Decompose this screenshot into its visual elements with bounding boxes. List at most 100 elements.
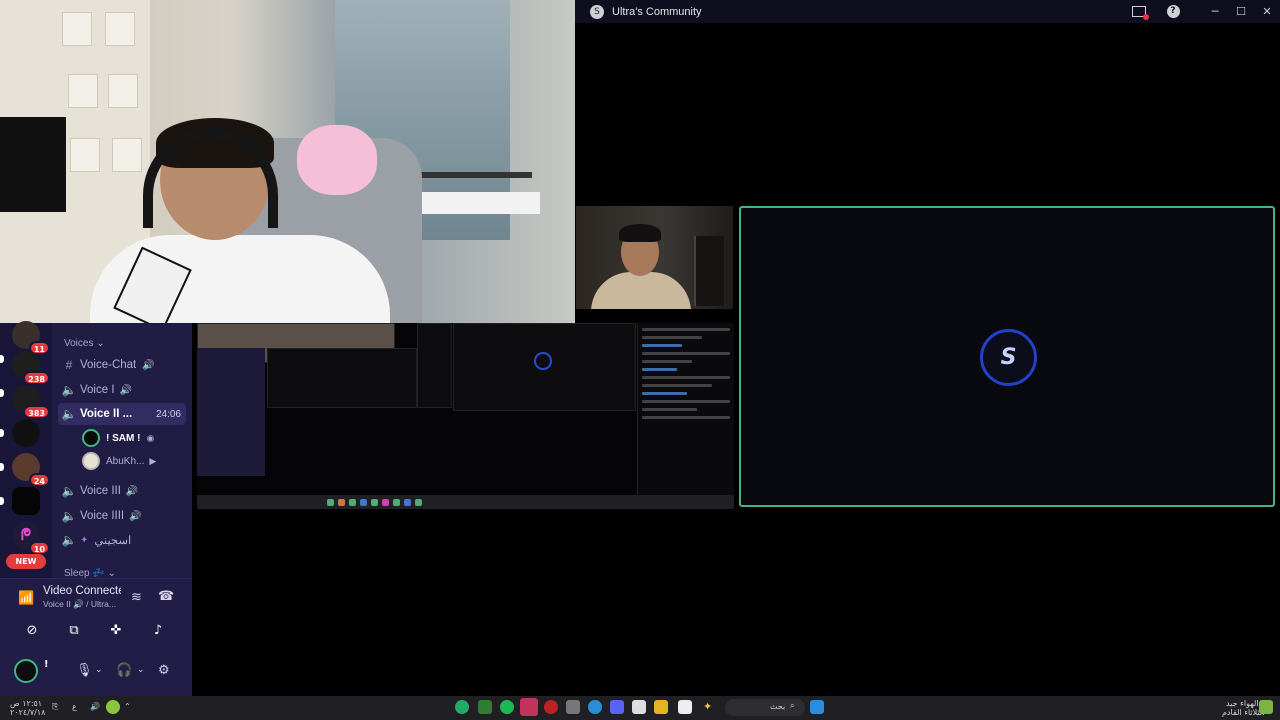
app-icon[interactable] xyxy=(678,700,692,714)
video-icon: ▶ xyxy=(149,455,157,466)
chrome-icon[interactable] xyxy=(455,700,469,714)
screen-share-icon[interactable]: ⧉ xyxy=(54,617,94,643)
chevron-down-icon[interactable]: ⌄ xyxy=(95,665,103,675)
phone-hangup-icon[interactable]: ☎ xyxy=(158,589,174,604)
server-icon-3[interactable]: 383 xyxy=(12,385,50,419)
mini-stream-logo xyxy=(534,352,552,370)
search-icon: ⌕ xyxy=(790,701,795,710)
discord-icon[interactable] xyxy=(610,700,624,714)
help-icon[interactable]: ? xyxy=(1160,0,1186,23)
mini-discord-sidebar xyxy=(197,348,265,476)
channel-label: Voice IIII xyxy=(80,510,125,522)
server-icon-5[interactable]: 24 xyxy=(12,453,50,487)
volume-icon[interactable]: 🔊 xyxy=(90,702,100,711)
headphones-icon[interactable]: 🎧 xyxy=(116,663,132,678)
app-icon[interactable] xyxy=(520,698,538,716)
channel-label: Voice-Chat xyxy=(80,359,137,371)
microphone-icon[interactable]: 🎙 xyxy=(76,663,93,678)
webcam-plush-toy xyxy=(297,125,377,195)
voice-connection-panel: 📶 Video Connected Voice II 🔊 / Ultra... … xyxy=(0,578,192,696)
copilot-icon[interactable]: ✦ xyxy=(703,700,712,713)
participant-video-tile[interactable] xyxy=(576,206,733,309)
gear-icon[interactable]: ⚙ xyxy=(158,663,170,678)
server-icon-7[interactable]: ᖘ 10 xyxy=(12,521,50,555)
voice-location[interactable]: Voice II 🔊 / Ultra... xyxy=(43,599,123,610)
channel-voice-5[interactable]: 🔈 ✦ اسجيني xyxy=(58,529,186,551)
input-method-icon[interactable]: ع xyxy=(72,702,77,711)
app-icon[interactable] xyxy=(566,700,580,714)
clock-date[interactable]: ٢٠٢٤/٧/١٨ xyxy=(10,708,45,717)
screen-share-tile[interactable] xyxy=(197,323,734,509)
clock-time[interactable]: ١٢:٥١ ص xyxy=(10,699,42,708)
server-unread-pill xyxy=(0,463,4,471)
voice-status[interactable]: Video Connected xyxy=(43,585,121,597)
windows-start-icon[interactable] xyxy=(810,700,824,714)
boost-icon: ✦ xyxy=(80,534,89,546)
soundboard-icon[interactable]: ♪ xyxy=(138,617,178,643)
edge-icon[interactable] xyxy=(588,700,602,714)
app-icon[interactable] xyxy=(544,700,558,714)
screen-share-status-icon[interactable] xyxy=(1126,0,1152,23)
voice-user[interactable]: AbuKh... ▶ xyxy=(82,450,186,472)
chevron-up-icon[interactable]: ⌃ xyxy=(124,702,131,711)
voice-user[interactable]: ! SAM ! ◉ xyxy=(82,427,186,449)
weather-icon[interactable] xyxy=(1259,700,1273,714)
mini-tile xyxy=(417,323,452,408)
maximize-icon[interactable]: ☐ xyxy=(1228,0,1254,23)
video-off-icon[interactable]: ⊘ xyxy=(12,617,52,643)
window-titlebar[interactable]: S Ultra's Community ? ─ ☐ ✕ xyxy=(575,0,1280,23)
channel-label: Voice I xyxy=(80,384,115,396)
notification-icon[interactable]: ⎘ xyxy=(52,702,58,712)
excel-icon[interactable] xyxy=(478,700,492,714)
signal-icon[interactable]: 📶 xyxy=(18,591,34,606)
category-voices[interactable]: Voices ⌄ xyxy=(64,338,105,349)
minimize-icon[interactable]: ─ xyxy=(1202,0,1228,23)
webcam-frame xyxy=(68,74,98,108)
weather-title[interactable]: الهواء جيد xyxy=(1226,699,1259,708)
channel-voice-2[interactable]: 🔈 Voice II ... 24:06 xyxy=(58,403,186,425)
server-icon-6[interactable] xyxy=(12,487,40,515)
speaker-icon: 🔈 xyxy=(61,484,77,498)
webcam-frame xyxy=(105,12,135,46)
server-badge: 383 xyxy=(23,405,50,419)
user-name[interactable]: ! xyxy=(44,659,49,670)
spotify-icon[interactable] xyxy=(500,700,514,714)
noise-suppression-icon[interactable]: ≋ xyxy=(131,590,142,605)
store-icon[interactable] xyxy=(632,700,646,714)
new-badge[interactable]: NEW xyxy=(6,554,46,569)
stream-logo-icon: S xyxy=(980,329,1037,386)
file-explorer-icon[interactable] xyxy=(654,700,668,714)
channel-voice-3[interactable]: 🔈 Voice III 🔊 xyxy=(58,480,186,502)
mini-tile xyxy=(267,348,417,408)
focused-stream-tile[interactable]: S xyxy=(739,206,1275,507)
server-badge: 24 xyxy=(28,473,50,487)
server-badge: 238 xyxy=(23,371,50,385)
webcam-frame xyxy=(112,138,142,172)
server-icon-4[interactable] xyxy=(12,419,40,447)
server-icon-1[interactable]: 11 xyxy=(12,321,50,355)
webcam-frame xyxy=(70,138,100,172)
channel-voice-4[interactable]: 🔈 Voice IIII 🔊 xyxy=(58,505,186,527)
chevron-down-icon[interactable]: ⌄ xyxy=(137,665,145,675)
channel-label: Voice II ... xyxy=(80,408,133,420)
participant-body xyxy=(591,272,691,309)
mini-taskbar xyxy=(197,495,734,509)
tray-app-icon[interactable] xyxy=(106,700,120,714)
window-title: Ultra's Community xyxy=(612,5,702,18)
webcam-frame xyxy=(108,74,138,108)
channel-voice-chat[interactable]: # Voice-Chat 🔊 xyxy=(58,354,186,376)
avatar[interactable] xyxy=(14,659,38,683)
speaker-icon: 🔈 xyxy=(61,407,77,421)
search-placeholder: بحث xyxy=(770,702,786,711)
participant-hair xyxy=(619,224,661,242)
channel-voice-1[interactable]: 🔈 Voice I 🔊 xyxy=(58,379,186,401)
video-icon: ◉ xyxy=(146,432,155,443)
speaker-icon: 🔈 xyxy=(61,383,77,397)
hash-icon: # xyxy=(65,358,73,372)
activity-icon[interactable]: ✜ xyxy=(96,617,136,643)
server-icon-2[interactable]: 238 xyxy=(12,351,50,385)
server-unread-pill xyxy=(0,497,4,505)
server-unread-pill xyxy=(0,429,4,437)
close-icon[interactable]: ✕ xyxy=(1254,0,1280,23)
taskbar: ١٢:٥١ ص ٢٠٢٤/٧/١٨ ⎘ ع 🔊 ⌃ ✦ بحث ⌕ الهواء… xyxy=(0,696,1280,720)
